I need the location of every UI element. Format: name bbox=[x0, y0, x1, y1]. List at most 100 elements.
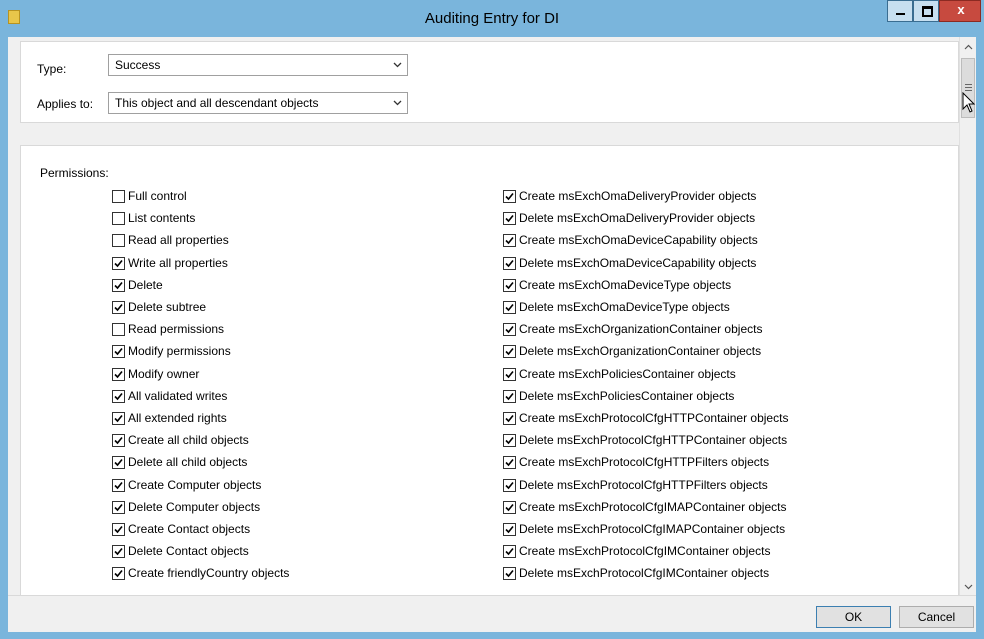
permission-label: Create msExchOmaDeviceType objects bbox=[519, 277, 732, 292]
permission-label: Create msExchProtocolCfgIMAPContainer ob… bbox=[519, 499, 787, 514]
permission-label: Delete all child objects bbox=[128, 455, 248, 470]
permission-label: Create msExchOrganizationContainer objec… bbox=[519, 322, 763, 337]
dialog-client-area: Type: Success Applies to: This object an… bbox=[8, 37, 976, 632]
permission-label: Delete msExchPoliciesContainer objects bbox=[519, 388, 735, 403]
permission-label: Delete subtree bbox=[128, 300, 207, 314]
permission-label: Create msExchProtocolCfgHTTPFilters obje… bbox=[519, 455, 770, 470]
checkbox-checked[interactable] bbox=[503, 500, 516, 514]
type-dropdown[interactable]: Success bbox=[108, 54, 408, 76]
checkbox-checked[interactable] bbox=[503, 345, 516, 359]
vertical-scrollbar[interactable] bbox=[959, 37, 976, 595]
window-title: Auditing Entry for DI bbox=[424, 10, 560, 27]
permissions-panel: Permissions: Full control List contents Re… bbox=[20, 145, 959, 595]
permission-label: Create msExchPoliciesContainer objects bbox=[519, 366, 736, 381]
checkbox-checked[interactable] bbox=[112, 456, 125, 470]
permission-label: Write all properties bbox=[128, 255, 228, 270]
checkbox-checked[interactable] bbox=[112, 500, 125, 514]
button-bar: OK Cancel bbox=[8, 595, 976, 632]
permission-label: Delete msExchProtocolCfgHTTPFilters obje… bbox=[519, 477, 768, 492]
checkbox-unchecked[interactable] bbox=[112, 234, 125, 248]
applies-to-value: This object and all descendant objects bbox=[115, 96, 319, 110]
checkbox-checked[interactable] bbox=[112, 434, 125, 448]
checkbox-checked[interactable] bbox=[503, 190, 516, 203]
permission-label: Delete msExchProtocolCfgHTTPContainer ob… bbox=[519, 433, 788, 448]
ok-button[interactable]: OK bbox=[816, 606, 891, 628]
checkbox-checked[interactable] bbox=[503, 367, 516, 381]
permission-label: All extended rights bbox=[128, 411, 227, 425]
checkbox-checked[interactable] bbox=[112, 345, 125, 359]
maximize-button[interactable] bbox=[913, 0, 939, 22]
grip-line bbox=[965, 87, 972, 88]
minimize-button[interactable] bbox=[887, 0, 913, 22]
permission-label: Create msExchOmaDeliveryProvider objects bbox=[519, 189, 757, 203]
permission-label: Delete msExchOrganizationContainer objec… bbox=[519, 344, 762, 359]
permission-label: Delete msExchProtocolCfgIMContainer obje… bbox=[519, 566, 770, 581]
checkbox-checked[interactable] bbox=[503, 456, 516, 470]
mouse-cursor-icon bbox=[962, 92, 976, 113]
permission-label: Create Contact objects bbox=[128, 522, 251, 536]
grip-line bbox=[965, 84, 972, 85]
permission-label: All validated writes bbox=[128, 388, 228, 403]
checkbox-checked[interactable] bbox=[112, 301, 125, 314]
grip-line bbox=[965, 90, 972, 91]
close-button[interactable] bbox=[939, 0, 982, 22]
checkbox-checked[interactable] bbox=[503, 323, 516, 337]
checkbox-unchecked[interactable] bbox=[112, 212, 125, 226]
permission-label: Read all properties bbox=[128, 233, 229, 248]
checkbox-checked[interactable] bbox=[503, 301, 516, 314]
permission-label: Create all child objects bbox=[128, 433, 249, 448]
chevron-down-icon bbox=[393, 100, 402, 106]
checkbox-checked[interactable] bbox=[503, 412, 516, 425]
permission-label: Delete bbox=[128, 277, 163, 292]
checkbox-checked[interactable] bbox=[112, 523, 125, 536]
checkbox-unchecked[interactable] bbox=[112, 190, 125, 203]
cancel-button[interactable]: Cancel bbox=[899, 606, 974, 628]
type-value: Success bbox=[115, 58, 161, 72]
permission-label: Delete msExchOmaDeliveryProvider objects bbox=[519, 211, 756, 226]
checkbox-checked[interactable] bbox=[503, 212, 516, 226]
scroll-content: Type: Success Applies to: This object an… bbox=[8, 37, 959, 595]
type-label: Type: bbox=[37, 62, 67, 76]
entry-settings-panel: Type: Success Applies to: This object an… bbox=[20, 41, 959, 123]
checkbox-checked[interactable] bbox=[503, 523, 516, 536]
permission-label: Create Computer objects bbox=[128, 477, 262, 492]
checkbox-checked[interactable] bbox=[503, 545, 516, 559]
checkbox-checked[interactable] bbox=[112, 367, 125, 381]
permission-label: Delete msExchProtocolCfgIMAPContainer ob… bbox=[519, 522, 786, 536]
permission-label: List contents bbox=[128, 211, 196, 226]
scroll-up-arrow-icon[interactable] bbox=[964, 43, 973, 52]
permission-label: Create msExchProtocolCfgHTTPContainer ob… bbox=[519, 411, 789, 425]
scroll-down-arrow-icon[interactable] bbox=[964, 582, 973, 591]
permission-label: Modify permissions bbox=[128, 344, 231, 359]
checkbox-checked[interactable] bbox=[112, 412, 125, 425]
permissions-label: Permissions: bbox=[40, 166, 109, 180]
applies-to-dropdown[interactable]: This object and all descendant objects bbox=[108, 92, 408, 114]
permission-label: Create msExchProtocolCfgIMContainer obje… bbox=[519, 544, 771, 559]
permission-label: Modify owner bbox=[128, 366, 200, 381]
checkbox-checked[interactable] bbox=[503, 256, 516, 270]
checkbox-checked[interactable] bbox=[503, 567, 516, 581]
permission-label: Read permissions bbox=[128, 322, 225, 337]
permission-label: Create msExchOmaDeviceCapability objects bbox=[519, 233, 758, 248]
permission-label: Create friendlyCountry objects bbox=[128, 566, 290, 581]
checkbox-checked[interactable] bbox=[112, 389, 125, 403]
checkbox-unchecked[interactable] bbox=[112, 323, 125, 337]
checkbox-checked[interactable] bbox=[112, 256, 125, 270]
checkbox-checked[interactable] bbox=[503, 389, 516, 403]
checkbox-checked[interactable] bbox=[112, 567, 125, 581]
applies-to-label: Applies to: bbox=[37, 97, 94, 111]
title-bar[interactable]: Auditing Entry for DI bbox=[0, 0, 984, 37]
checkbox-checked[interactable] bbox=[503, 434, 516, 448]
auditing-entry-window: Auditing Entry for DI Type: Success Appl… bbox=[0, 0, 984, 639]
permission-label: Full control bbox=[128, 189, 187, 203]
checkbox-checked[interactable] bbox=[503, 278, 516, 292]
checkbox-checked[interactable] bbox=[112, 478, 125, 492]
permission-label: Delete msExchOmaDeviceType objects bbox=[519, 300, 730, 314]
chevron-down-icon bbox=[393, 62, 402, 68]
checkbox-checked[interactable] bbox=[503, 478, 516, 492]
checkbox-checked[interactable] bbox=[112, 545, 125, 559]
checkbox-checked[interactable] bbox=[112, 278, 125, 292]
permission-label: Delete msExchOmaDeviceCapability objects bbox=[519, 255, 757, 270]
permission-label: Delete Contact objects bbox=[128, 544, 249, 559]
checkbox-checked[interactable] bbox=[503, 234, 516, 248]
